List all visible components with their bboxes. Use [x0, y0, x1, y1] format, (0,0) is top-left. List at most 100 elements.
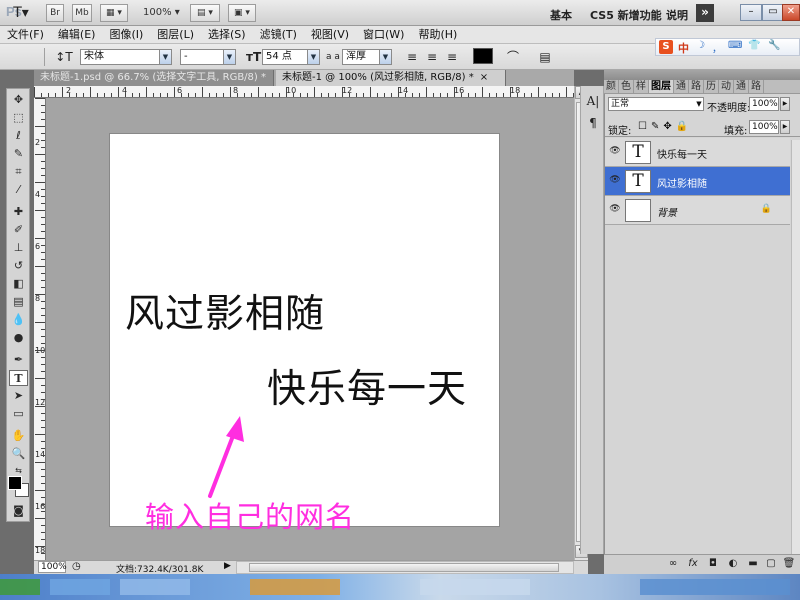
visibility-eye-icon[interactable]: 👁: [608, 175, 622, 187]
layer-name[interactable]: 背景: [657, 204, 677, 219]
system-tray[interactable]: [640, 579, 790, 595]
tools-icon[interactable]: 🔧: [768, 40, 780, 51]
pen-tool-icon[interactable]: ✒: [9, 352, 28, 368]
layer-row-text-1-selected[interactable]: 👁 T 风过影相随: [605, 167, 790, 196]
shape-tool-icon[interactable]: ▭: [9, 406, 28, 422]
eraser-tool-icon[interactable]: ◧: [9, 276, 28, 292]
font-size-select[interactable]: 54 点 ▼: [262, 49, 320, 65]
visibility-eye-icon[interactable]: 👁: [608, 204, 622, 216]
canvas-text-layer-1[interactable]: 风过影相随: [125, 283, 325, 339]
fill-stepper[interactable]: ▶: [780, 120, 790, 134]
punctuation-icon[interactable]: ，: [712, 40, 722, 55]
more-workspaces-button[interactable]: »: [696, 4, 714, 22]
menu-image[interactable]: 图像(I): [102, 26, 150, 44]
type-tool-icon[interactable]: T: [9, 370, 28, 386]
tab-actions[interactable]: 动: [719, 80, 734, 93]
blend-mode-select[interactable]: 正常: [608, 97, 704, 111]
minimize-button[interactable]: –: [740, 4, 762, 21]
layer-name[interactable]: 风过影相随: [657, 175, 707, 190]
gradient-tool-icon[interactable]: ▤: [9, 294, 28, 310]
tab-color-2[interactable]: 色: [619, 80, 634, 93]
font-style-select[interactable]: - ▼: [180, 49, 236, 65]
menu-window[interactable]: 窗口(W): [356, 26, 411, 44]
tab-history[interactable]: 历: [704, 80, 719, 93]
align-center-icon[interactable]: ≡: [424, 49, 440, 65]
layers-scrollbar[interactable]: [791, 140, 800, 554]
horizontal-scrollbar[interactable]: [236, 561, 574, 574]
history-brush-icon[interactable]: ↺: [9, 258, 28, 274]
arrange-documents-dropdown[interactable]: ▤ ▾: [190, 4, 220, 22]
keyboard-icon[interactable]: ⌨: [728, 40, 742, 51]
quick-mask-icon[interactable]: ◙: [9, 503, 28, 519]
moon-icon[interactable]: ☽: [696, 40, 705, 51]
menu-filter[interactable]: 滤镜(T): [253, 26, 304, 44]
character-panel-icon[interactable]: ▤: [537, 49, 553, 65]
taskbar-item[interactable]: [250, 579, 340, 595]
canvas-text-layer-2[interactable]: 快乐每一天: [267, 358, 467, 414]
tab-channels-2[interactable]: 通: [734, 80, 749, 93]
close-button[interactable]: ✕: [782, 4, 800, 21]
status-zoom-field[interactable]: 100%: [38, 561, 67, 573]
font-family-select[interactable]: 宋体 ▼: [80, 49, 172, 65]
opacity-field[interactable]: 100%: [749, 97, 779, 111]
workspace-help[interactable]: 说明: [666, 7, 688, 23]
zoom-level-dropdown[interactable]: 100% ▾: [143, 7, 180, 18]
mini-bridge-button[interactable]: Mb: [72, 4, 92, 22]
crop-tool-icon[interactable]: ⌗: [9, 164, 28, 180]
bridge-button[interactable]: Br: [46, 4, 64, 22]
tab-document-active[interactable]: 未标题-1 @ 100% (风过影相随, RGB/8) * ×: [276, 70, 506, 86]
brush-tool-icon[interactable]: ✐: [9, 222, 28, 238]
layer-mask-icon[interactable]: ◘: [706, 558, 720, 572]
blend-mode-arrow-icon[interactable]: ▼: [694, 98, 704, 110]
layer-row-background[interactable]: 👁 背景 🔒: [605, 196, 790, 225]
quick-select-tool-icon[interactable]: ✎: [9, 146, 28, 162]
menu-help[interactable]: 帮助(H): [411, 26, 464, 44]
eyedropper-tool-icon[interactable]: ⁄: [9, 182, 28, 198]
start-button[interactable]: [0, 579, 40, 595]
ime-mode-toggle[interactable]: 中: [678, 40, 689, 56]
tab-close-icon[interactable]: ×: [272, 72, 273, 83]
opacity-stepper[interactable]: ▶: [780, 97, 790, 111]
healing-brush-icon[interactable]: ✚: [9, 204, 28, 220]
tab-channels[interactable]: 通: [674, 80, 689, 93]
tool-preset-picker[interactable]: T▾: [8, 5, 34, 21]
screen-mode-dropdown[interactable]: ▣ ▾: [228, 4, 256, 22]
status-menu-arrow-icon[interactable]: ▶: [224, 561, 231, 571]
status-info-icon[interactable]: ◷: [72, 561, 81, 572]
delete-layer-icon[interactable]: 🗑: [782, 558, 796, 572]
blur-tool-icon[interactable]: 💧: [9, 312, 28, 328]
paragraph-panel-icon[interactable]: ¶: [585, 116, 601, 132]
dodge-tool-icon[interactable]: ●: [9, 330, 28, 346]
tab-paths-2[interactable]: 路: [749, 80, 764, 93]
text-color-swatch[interactable]: [473, 48, 493, 64]
skin-icon[interactable]: 👕: [748, 40, 760, 51]
align-left-icon[interactable]: ≡: [404, 49, 420, 65]
taskbar-item[interactable]: [420, 579, 530, 595]
text-orientation-icon[interactable]: ↕T: [54, 49, 74, 65]
new-layer-icon[interactable]: ▢: [764, 558, 778, 572]
link-layers-icon[interactable]: ∞: [666, 558, 680, 572]
menu-file[interactable]: 文件(F): [0, 26, 51, 44]
lock-options-icons[interactable]: ☐✎✥🔒: [638, 121, 692, 132]
view-extras-dropdown[interactable]: ▦ ▾: [100, 4, 128, 22]
restore-button[interactable]: ▭: [762, 4, 784, 21]
workspace-cs5-new[interactable]: CS5 新增功能: [590, 7, 662, 23]
menu-edit[interactable]: 编辑(E): [51, 26, 103, 44]
adjustment-layer-icon[interactable]: ◐: [726, 558, 740, 572]
zoom-tool-icon[interactable]: 🔍: [9, 446, 28, 462]
hand-tool-icon[interactable]: ✋: [9, 428, 28, 444]
clone-stamp-icon[interactable]: ⊥: [9, 240, 28, 256]
scroll-thumb[interactable]: [249, 563, 559, 572]
marquee-tool-icon[interactable]: ⬚: [9, 110, 28, 126]
tab-styles[interactable]: 样: [634, 80, 649, 93]
workspace-essentials[interactable]: 基本: [550, 7, 572, 23]
warp-text-icon[interactable]: ⌒: [505, 49, 521, 65]
taskbar-item[interactable]: [50, 579, 110, 595]
menu-select[interactable]: 选择(S): [201, 26, 253, 44]
new-group-icon[interactable]: ▬: [746, 558, 760, 572]
tab-paths[interactable]: 路: [689, 80, 704, 93]
tab-document-psd[interactable]: 未标题-1.psd @ 66.7% (选择文字工具, RGB/8) *×: [34, 70, 274, 86]
tab-close-icon[interactable]: ×: [480, 72, 488, 83]
tab-layers[interactable]: 图层: [649, 80, 674, 93]
anti-alias-select[interactable]: 浑厚 ▼: [342, 49, 392, 65]
